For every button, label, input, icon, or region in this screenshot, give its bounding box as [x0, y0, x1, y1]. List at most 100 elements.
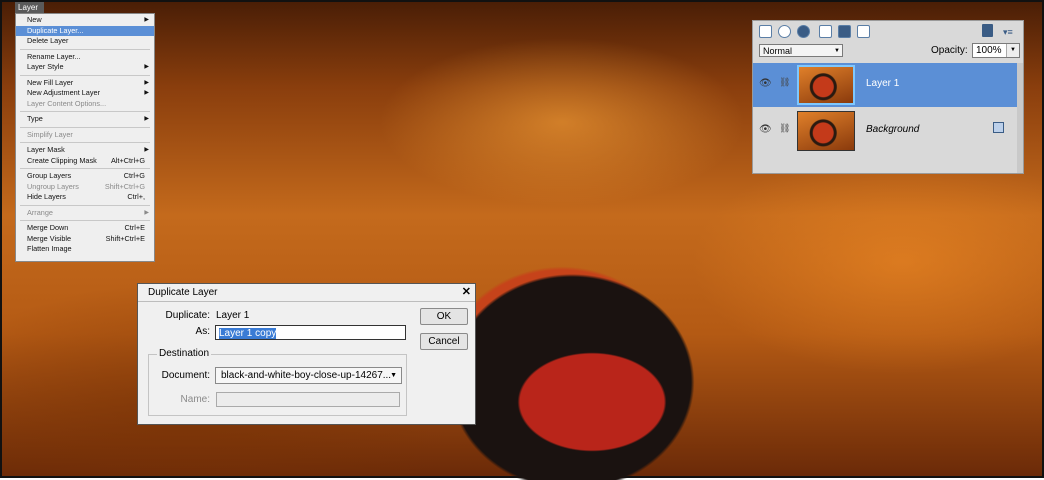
layer-menu-title[interactable]: Layer: [15, 2, 44, 13]
blend-mode-select[interactable]: Normal ▼: [759, 44, 843, 57]
menu-item-merge-down[interactable]: Merge Down Ctrl+E: [16, 223, 154, 234]
layer-menu: New ▶ Duplicate Layer... Delete Layer Ren…: [15, 13, 155, 262]
layer-thumbnail: [797, 65, 855, 105]
layer-name: Background: [866, 124, 920, 135]
menu-item-group-layers[interactable]: Group Layers Ctrl+G: [16, 171, 154, 182]
menu-item-label: Layer Content Options...: [27, 98, 107, 108]
menu-item-label: Merge Down: [27, 223, 69, 232]
menu-item-label: Group Layers: [27, 171, 72, 180]
menu-divider: [20, 74, 150, 76]
menu-divider: [20, 111, 150, 112]
menu-item-flatten-image[interactable]: Flatten Image: [16, 244, 154, 255]
menu-shortcut: Ctrl+,: [127, 192, 145, 201]
menu-item-create-clipping-mask[interactable]: Create Clipping Mask Alt+Ctrl+G: [16, 156, 154, 167]
eye-icon[interactable]: 👁: [759, 124, 772, 135]
as-input[interactable]: Layer 1 copy: [215, 325, 406, 340]
chevron-down-icon: ▼: [390, 372, 397, 379]
menu-item-simplify-layer[interactable]: Simplify Layer: [16, 130, 154, 141]
menu-item-delete-layer[interactable]: Delete Layer: [16, 36, 154, 47]
menu-divider: [20, 220, 150, 221]
menu-item-merge-visible[interactable]: Merge Visible Shift+Ctrl+E: [16, 234, 154, 245]
layer-row-background[interactable]: 👁 ⛓ Background: [753, 109, 1017, 153]
menu-shortcut: Alt+Ctrl+G: [110, 155, 145, 165]
menu-item-label: Flatten Image: [27, 244, 72, 253]
trash-icon[interactable]: [982, 24, 993, 37]
menu-item-label: New Fill Layer: [27, 77, 74, 87]
adjustment-layer-icon[interactable]: [797, 25, 810, 38]
eye-icon[interactable]: 👁: [759, 78, 772, 89]
menu-item-hide-layers[interactable]: Hide Layers Ctrl+,: [16, 192, 154, 203]
document-value: black-and-white-boy-close-up-14267...: [221, 370, 392, 381]
dialog-titlebar[interactable]: Duplicate Layer ✕: [138, 284, 475, 302]
menu-item-label: Type: [27, 114, 43, 123]
menu-item-new[interactable]: New ▶: [16, 15, 154, 26]
menu-item-label: New Adjustment Layer: [27, 88, 101, 97]
submenu-arrow-icon: ▶: [144, 90, 149, 96]
name-label: Name:: [180, 394, 210, 405]
layers-panel: ▾≡ Normal ▼ Opacity: 100% ▼ 👁 ⛓ Layer 1 👁 …: [752, 20, 1024, 174]
opacity-field[interactable]: 100% ▼: [972, 43, 1020, 58]
menu-item-label: Rename Layer...: [27, 51, 81, 61]
new-group-icon[interactable]: [778, 25, 791, 38]
duplicate-value: Layer 1: [216, 310, 250, 321]
menu-divider: [20, 204, 150, 206]
opacity-label: Opacity:: [931, 45, 968, 56]
submenu-arrow-icon: ▶: [144, 64, 149, 70]
lock-icon: [993, 122, 1004, 133]
menu-item-label: Delete Layer: [27, 36, 69, 45]
menu-item-label: Simplify Layer: [27, 129, 73, 139]
link-icon[interactable]: ⛓: [779, 77, 790, 88]
menu-item-label: New: [27, 15, 42, 24]
close-icon[interactable]: ✕: [462, 284, 471, 301]
menu-item-label: Ungroup Layers: [27, 181, 79, 191]
layer-row-layer-1[interactable]: 👁 ⛓ Layer 1: [753, 63, 1017, 107]
submenu-arrow-icon: ▶: [144, 147, 149, 153]
link-icon[interactable]: ⛓: [779, 123, 790, 134]
menu-item-layer-style[interactable]: Layer Style ▶: [16, 62, 154, 73]
menu-item-arrange[interactable]: Arrange ▶: [16, 208, 154, 219]
cancel-button[interactable]: Cancel: [420, 333, 468, 350]
as-input-value: Layer 1 copy: [219, 328, 277, 339]
lock-all-icon[interactable]: [838, 25, 851, 38]
destination-group: Destination Document: black-and-white-bo…: [148, 348, 407, 416]
layer-thumbnail: [797, 111, 855, 151]
menu-item-label: Layer Mask: [27, 145, 65, 154]
menu-item-ungroup-layers[interactable]: Ungroup Layers Shift+Ctrl+G: [16, 182, 154, 193]
menu-item-label: Arrange: [27, 207, 53, 217]
menu-item-layer-content-options[interactable]: Layer Content Options...: [16, 99, 154, 110]
submenu-arrow-icon: ▶: [144, 17, 149, 23]
layer-mask-icon[interactable]: [819, 25, 832, 38]
menu-item-new-fill-layer[interactable]: New Fill Layer ▶: [16, 78, 154, 89]
menu-item-label: Layer Style: [27, 62, 64, 71]
menu-item-rename-layer[interactable]: Rename Layer...: [16, 52, 154, 63]
ok-button[interactable]: OK: [420, 308, 468, 325]
chevron-down-icon[interactable]: ▼: [1006, 44, 1019, 57]
new-layer-icon[interactable]: [759, 25, 772, 38]
menu-item-label: Hide Layers: [27, 192, 66, 201]
lock-transparency-icon[interactable]: [857, 25, 870, 38]
menu-divider: [20, 48, 150, 50]
menu-item-type[interactable]: Type ▶: [16, 114, 154, 125]
duplicate-label: Duplicate:: [165, 310, 210, 321]
document-select[interactable]: black-and-white-boy-close-up-14267... ▼: [215, 367, 402, 384]
menu-item-duplicate-layer[interactable]: Duplicate Layer...: [16, 25, 154, 36]
duplicate-layer-dialog: Duplicate Layer ✕ Duplicate: Layer 1 As:…: [137, 283, 476, 425]
submenu-arrow-icon: ▶: [144, 79, 149, 86]
destination-legend: Destination: [157, 348, 212, 359]
menu-shortcut: Ctrl+G: [123, 171, 145, 180]
menu-divider: [20, 168, 150, 169]
as-label: As:: [195, 326, 210, 337]
menu-item-new-adjustment-layer[interactable]: New Adjustment Layer ▶: [16, 88, 154, 99]
menu-divider: [20, 142, 150, 143]
menu-item-label: Create Clipping Mask: [27, 155, 97, 165]
layer-name: Layer 1: [866, 78, 900, 89]
dialog-title: Duplicate Layer: [148, 287, 218, 298]
opacity-value: 100%: [976, 45, 1002, 56]
submenu-arrow-icon: ▶: [144, 116, 149, 122]
menu-divider: [20, 126, 150, 128]
menu-shortcut: Shift+Ctrl+G: [104, 181, 145, 191]
menu-item-layer-mask[interactable]: Layer Mask ▶: [16, 145, 154, 156]
layers-scrollbar[interactable]: [1017, 63, 1023, 173]
menu-shortcut: Shift+Ctrl+E: [105, 233, 145, 243]
panel-menu-icon[interactable]: ▾≡: [1003, 27, 1013, 38]
